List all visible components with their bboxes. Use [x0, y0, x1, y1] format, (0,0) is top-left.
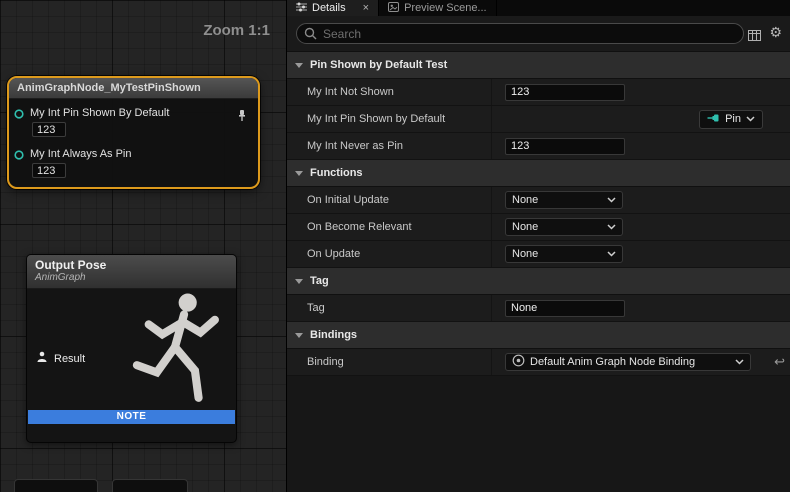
binding-dropdown[interactable]: Default Anim Graph Node Binding — [505, 353, 751, 371]
search-row: ⚙ — [287, 16, 790, 52]
reset-to-default-icon[interactable]: ↩ — [774, 354, 785, 370]
tab-preview-scene[interactable]: Preview Scene... — [379, 0, 497, 16]
output-pose-body: Result NOTE — [27, 289, 236, 425]
on-initial-update-dropdown[interactable]: None — [505, 191, 623, 209]
property-label: On Become Relevant — [287, 214, 492, 240]
search-icon — [304, 27, 317, 45]
row-my-int-pin-shown-by-default: My Int Pin Shown by Default Pin — [287, 106, 790, 133]
chevron-down-icon — [295, 279, 303, 284]
chevron-down-icon — [607, 197, 616, 203]
property-label: My Int Never as Pin — [287, 133, 492, 159]
pushpin-icon — [707, 113, 720, 126]
dropdown-value: None — [512, 248, 538, 260]
chevron-down-icon — [607, 224, 616, 230]
tab-details[interactable]: Details × — [287, 0, 379, 16]
result-pin-label: Result — [54, 353, 85, 365]
output-pose-node[interactable]: Output Pose AnimGraph Result NO — [26, 254, 237, 443]
dropdown-value: None — [512, 221, 538, 233]
int-pin-icon[interactable] — [13, 148, 25, 166]
search-input[interactable] — [296, 23, 744, 44]
binding-class-icon — [512, 354, 525, 370]
pin-label: My Int Pin Shown By Default — [30, 107, 169, 119]
row-my-int-never-as-pin: My Int Never as Pin — [287, 133, 790, 160]
chevron-down-icon — [295, 171, 303, 176]
pin-value-input[interactable] — [32, 163, 66, 178]
section-header-pin-test[interactable]: Pin Shown by Default Test — [287, 52, 790, 79]
tab-label: Details — [312, 2, 346, 14]
chevron-down-icon — [295, 63, 303, 68]
property-matrix-icon[interactable] — [748, 28, 761, 46]
property-label: My Int Not Shown — [287, 79, 492, 105]
details-panel: Details × Preview Scene... ⚙ Pin Shown b… — [286, 0, 790, 492]
pin-icon[interactable] — [237, 109, 247, 127]
chevron-down-icon — [746, 116, 755, 122]
property-label: On Update — [287, 241, 492, 267]
tab-label: Preview Scene... — [404, 2, 487, 14]
tag-input[interactable] — [505, 300, 625, 317]
chevron-down-icon — [735, 359, 744, 365]
on-become-relevant-dropdown[interactable]: None — [505, 218, 623, 236]
pose-pin-icon[interactable] — [36, 351, 48, 366]
row-on-become-relevant: On Become Relevant None — [287, 214, 790, 241]
node-pin-row: My Int Always As Pin — [9, 146, 258, 187]
graph-canvas[interactable]: Zoom 1:1 AnimGraphNode_MyTestPinShown My… — [0, 0, 286, 492]
my-int-not-shown-input[interactable] — [505, 84, 625, 101]
int-pin-icon[interactable] — [13, 107, 25, 125]
tab-bar: Details × Preview Scene... — [287, 0, 790, 16]
partial-node[interactable] — [14, 479, 98, 492]
row-on-update: On Update None — [287, 241, 790, 268]
property-label: Tag — [287, 295, 492, 321]
dropdown-value: Default Anim Graph Node Binding — [530, 356, 695, 368]
anim-graph-node[interactable]: AnimGraphNode_MyTestPinShown My Int Pin … — [7, 76, 260, 189]
property-label: On Initial Update — [287, 187, 492, 213]
details-tab-icon — [296, 2, 307, 15]
details-content: Pin Shown by Default Test My Int Not Sho… — [287, 52, 790, 376]
row-binding: Binding Default Anim Graph Node Binding … — [287, 349, 790, 376]
node-title[interactable]: AnimGraphNode_MyTestPinShown — [9, 78, 258, 99]
chevron-down-icon — [295, 333, 303, 338]
node-pin-row: My Int Pin Shown By Default — [9, 99, 258, 146]
my-int-never-as-pin-input[interactable] — [505, 138, 625, 155]
section-header-tag[interactable]: Tag — [287, 268, 790, 295]
note-bar[interactable]: NOTE — [28, 410, 235, 424]
close-icon[interactable]: × — [363, 3, 369, 14]
section-header-functions[interactable]: Functions — [287, 160, 790, 187]
row-on-initial-update: On Initial Update None — [287, 187, 790, 214]
property-label: My Int Pin Shown by Default — [287, 106, 492, 132]
preview-scene-tab-icon — [388, 2, 399, 15]
mannequin-image — [116, 289, 234, 425]
pin-value-input[interactable] — [32, 122, 66, 137]
on-update-dropdown[interactable]: None — [505, 245, 623, 263]
zoom-indicator: Zoom 1:1 — [203, 22, 270, 39]
chevron-down-icon — [607, 251, 616, 257]
pin-mode-dropdown[interactable]: Pin — [699, 110, 763, 129]
node-subtitle: AnimGraph — [35, 272, 228, 283]
dropdown-value: None — [512, 194, 538, 206]
output-pose-header[interactable]: Output Pose AnimGraph — [27, 255, 236, 289]
dropdown-value: Pin — [725, 113, 741, 125]
node-title: Output Pose — [35, 258, 228, 272]
settings-gear-icon[interactable]: ⚙ — [769, 25, 782, 39]
row-tag: Tag — [287, 295, 790, 322]
section-header-bindings[interactable]: Bindings — [287, 322, 790, 349]
property-label: Binding — [287, 349, 492, 375]
partial-node[interactable] — [112, 479, 188, 492]
result-pin[interactable]: Result — [36, 351, 85, 366]
pin-label: My Int Always As Pin — [30, 148, 131, 160]
row-my-int-not-shown: My Int Not Shown — [287, 79, 790, 106]
